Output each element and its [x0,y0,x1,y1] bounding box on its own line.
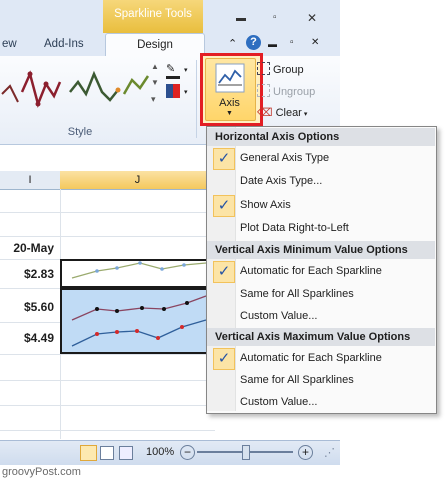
zoom-level[interactable]: 100% [146,446,174,458]
eraser-icon: ⌫ [257,107,273,119]
marker-color-icon[interactable] [166,84,180,98]
resize-grip-icon[interactable]: ⋰ [324,446,335,459]
doc-minimize-icon[interactable]: ▬ [268,39,277,49]
value-cell[interactable]: $5.60 [0,300,54,314]
style-gallery[interactable] [0,62,160,112]
axis-icon [215,63,245,93]
close-icon[interactable]: ✕ [307,11,317,25]
menu-item-date-axis-type[interactable]: Date Axis Type... [240,175,322,187]
menu-section-horizontal: Horizontal Axis Options [207,128,435,146]
row-gridline [0,354,215,355]
menu-item-min-same[interactable]: Same for All Sparklines [240,288,354,300]
ungroup-button[interactable]: Ungroup [257,84,337,98]
check-icon: ✓ [213,195,235,217]
value-cell[interactable]: $2.83 [0,267,54,281]
clear-dropdown-icon: ▾ [303,111,308,118]
collapse-ribbon-icon[interactable]: ⌃ [228,37,237,50]
ungroup-label: Ungroup [273,86,316,98]
menu-item-min-custom[interactable]: Custom Value... [240,310,317,322]
row-gridline [0,380,215,381]
normal-view-icon[interactable] [80,445,97,461]
zoom-out-icon[interactable]: − [180,445,195,460]
gallery-more-icon[interactable]: ▾ [151,94,156,105]
date-header-cell[interactable]: 20-May [0,241,54,255]
column-header-i[interactable]: I [0,171,61,189]
clear-label: Clear [275,107,302,119]
group-separator [196,60,197,138]
restore-icon[interactable]: ▫ [273,12,277,23]
sparkline-color-arrow-icon[interactable]: ▾ [184,66,188,74]
row-gridline [0,236,215,237]
value-cell[interactable]: $4.49 [0,331,54,345]
page-layout-view-icon[interactable] [100,446,114,460]
marker-color-arrow-icon[interactable]: ▾ [184,88,188,96]
axis-button-label: Axis [219,97,240,109]
row-gridline [0,430,215,431]
doc-close-icon[interactable]: ✕ [311,37,319,48]
menu-item-min-automatic[interactable]: Automatic for Each Sparkline [240,265,382,277]
row-gridline [0,405,215,406]
gallery-scroll-up-icon[interactable]: ▲ [151,62,159,71]
menu-item-general-axis-type[interactable]: General Axis Type [240,152,329,164]
row-gridline [0,212,215,213]
group-button[interactable]: Group [257,62,337,76]
menu-item-show-axis[interactable]: Show Axis [240,199,291,211]
clear-button[interactable]: ⌫ Clear ▾ [257,106,337,119]
style-group-label: Style [67,126,93,138]
sparkline-color-icon[interactable]: ✎ [166,62,180,79]
check-icon: ✓ [213,261,235,283]
check-icon: ✓ [213,348,235,370]
tab-add-ins[interactable]: Add-Ins [44,38,84,50]
help-icon[interactable]: ? [246,35,261,50]
watermark-text: groovyPost.com [2,466,81,478]
doc-restore-icon[interactable]: ▫ [290,37,294,48]
menu-item-plot-right-to-left[interactable]: Plot Data Right-to-Left [240,222,349,234]
axis-dropdown-arrow-icon: ▼ [226,110,233,117]
tab-design[interactable]: Design [105,33,205,57]
zoom-in-icon[interactable]: + [298,445,313,460]
page-break-view-icon[interactable] [119,446,133,460]
gallery-scroll-down-icon[interactable]: ▼ [151,78,159,87]
menu-item-max-custom[interactable]: Custom Value... [240,396,317,408]
menu-section-vertical-max: Vertical Axis Maximum Value Options [207,328,435,346]
group-label: Group [273,64,304,76]
check-icon: ✓ [213,148,235,170]
sparkline-group [71,295,207,347]
menu-item-max-automatic[interactable]: Automatic for Each Sparkline [240,352,382,364]
tab-view[interactable]: ew [2,38,17,50]
menu-section-vertical-min: Vertical Axis Minimum Value Options [207,241,435,259]
context-tab-label: Sparkline Tools [114,8,192,20]
zoom-slider-thumb[interactable] [242,445,250,460]
sparkline [71,261,207,279]
menu-item-max-same[interactable]: Same for All Sparklines [240,374,354,386]
minimize-icon[interactable]: ▬ [236,13,246,24]
column-header-j[interactable]: J [60,171,216,189]
ungroup-icon [257,84,270,97]
group-icon [257,62,270,75]
